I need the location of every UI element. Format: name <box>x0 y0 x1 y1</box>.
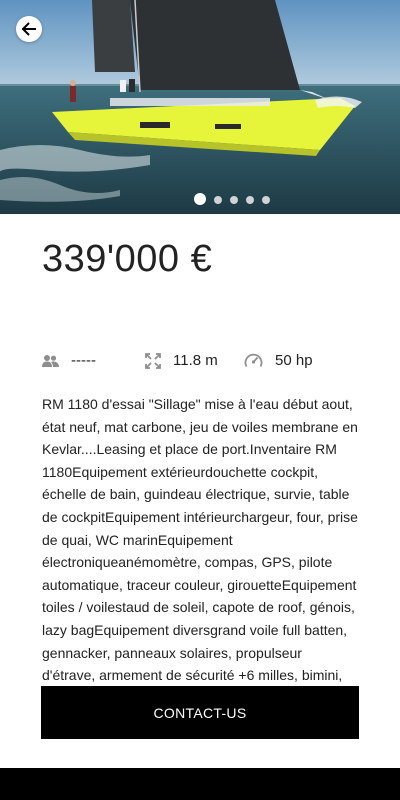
listing-description: RM 1180 d'essai "Sillage" mise à l'eau d… <box>42 396 358 684</box>
people-icon <box>42 354 59 367</box>
contact-button[interactable]: CONTACT-US <box>41 686 359 739</box>
expand-arrows-icon <box>145 352 161 369</box>
spec-power: 50 hp <box>244 352 313 369</box>
back-button[interactable] <box>16 16 42 42</box>
price: 339'000 € <box>42 238 213 280</box>
spec-power-value: 50 hp <box>275 352 313 369</box>
boat-photo <box>0 0 400 214</box>
bottom-bar <box>0 768 400 800</box>
spec-row: ----- 11.8 m 50 hp <box>42 352 372 374</box>
carousel-dot[interactable] <box>262 196 270 204</box>
carousel-dot[interactable] <box>230 196 238 204</box>
spec-length: 11.8 m <box>145 352 218 369</box>
carousel-dot-active[interactable] <box>194 193 206 205</box>
carousel-dot[interactable] <box>214 196 222 204</box>
carousel-dot[interactable] <box>246 196 254 204</box>
photo-carousel[interactable] <box>0 0 400 214</box>
spec-people-value: ----- <box>71 352 96 369</box>
spec-people: ----- <box>42 352 96 369</box>
carousel-indicators <box>194 193 270 205</box>
speedometer-icon <box>244 353 263 367</box>
spec-length-value: 11.8 m <box>173 352 218 369</box>
arrow-left-icon <box>21 22 36 36</box>
